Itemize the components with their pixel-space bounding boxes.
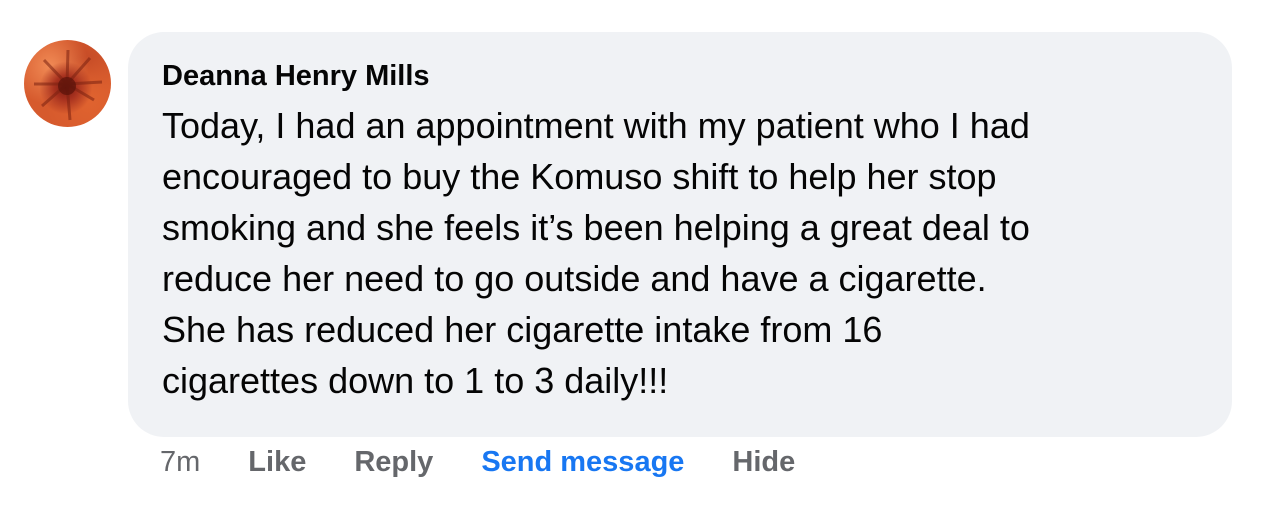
comment-timestamp[interactable]: 7m	[160, 446, 200, 479]
reply-button[interactable]: Reply	[354, 446, 433, 479]
comment-text-line: smoking and she feels it’s been helping …	[162, 207, 1030, 248]
comment-text-line: She has reduced her cigarette intake fro…	[162, 309, 883, 350]
hide-button[interactable]: Hide	[732, 446, 795, 479]
comment-actions: 7m Like Reply Send message Hide	[160, 444, 795, 480]
comment-bubble: Deanna Henry Mills Today, I had an appoi…	[128, 32, 1232, 437]
like-button[interactable]: Like	[248, 446, 306, 479]
comment-author[interactable]: Deanna Henry Mills	[162, 58, 1200, 94]
avatar[interactable]	[24, 40, 111, 127]
comment-text-line: cigarettes down to 1 to 3 daily!!!	[162, 360, 669, 401]
comment-text: Today, I had an appointment with my pati…	[162, 100, 1202, 406]
comment-text-line: reduce her need to go outside and have a…	[162, 258, 987, 299]
send-message-button[interactable]: Send message	[481, 446, 684, 479]
comment-text-line: encouraged to buy the Komuso shift to he…	[162, 156, 997, 197]
comment-text-line: Today, I had an appointment with my pati…	[162, 105, 1030, 146]
avatar-image	[34, 49, 103, 121]
